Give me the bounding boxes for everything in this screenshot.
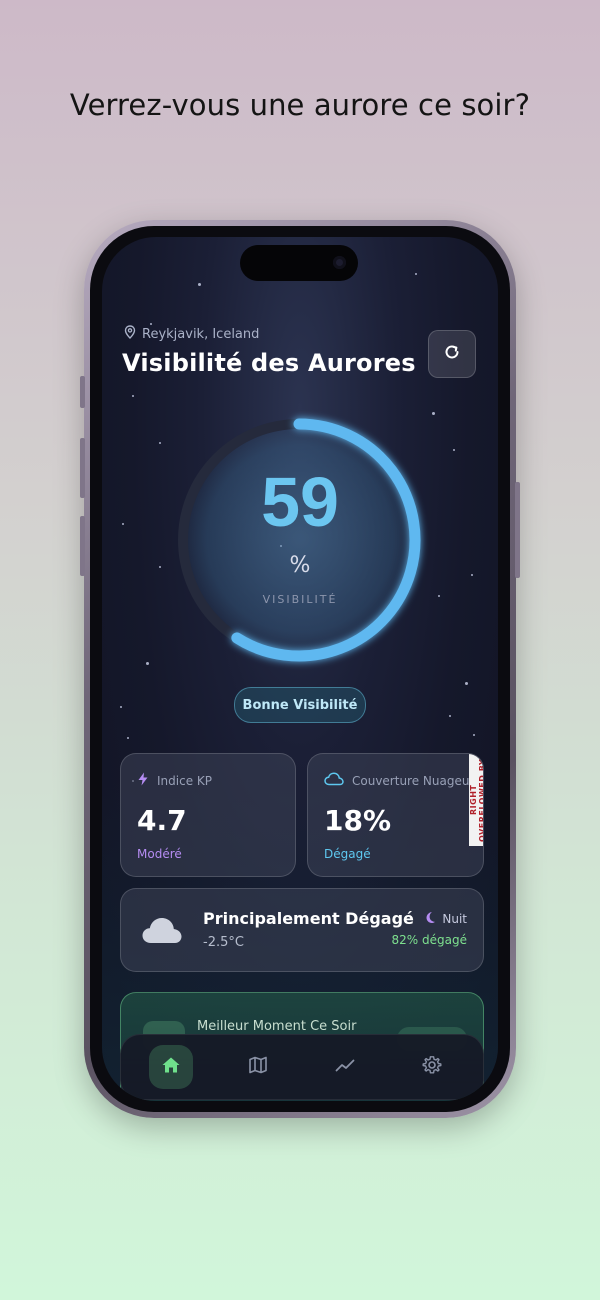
gear-icon	[422, 1055, 442, 1079]
refresh-icon	[443, 343, 461, 365]
kp-status: Modéré	[137, 847, 182, 861]
weather-card[interactable]: Principalement Dégagé -2.5°C Nuit 82% dé…	[120, 888, 484, 972]
page-headline: Verrez-vous une aurore ce soir?	[69, 88, 531, 122]
power-button	[515, 482, 520, 578]
cloud-outline-icon	[324, 772, 344, 789]
kp-value: 4.7	[137, 804, 187, 837]
night-label: Nuit	[442, 912, 467, 926]
app-screen: Reykjavik, Iceland Visibilité des Aurore…	[102, 237, 498, 1101]
weather-temperature: -2.5°C	[203, 935, 244, 950]
visibility-value: 59	[261, 463, 339, 541]
cloud-status: Dégagé	[324, 847, 371, 861]
cloud-value: 18%	[324, 804, 392, 837]
cloud-cover-card[interactable]: Couverture Nuageuse 18% Dégagé RIGHT OVE…	[307, 753, 484, 877]
nav-settings[interactable]	[410, 1045, 454, 1089]
map-icon	[248, 1056, 268, 1078]
moon-icon	[424, 911, 436, 927]
location-text: Reykjavik, Iceland	[142, 326, 260, 342]
kp-card-header: Indice KP	[137, 772, 212, 789]
volume-down-button	[80, 516, 85, 576]
weather-condition: Principalement Dégagé	[203, 909, 414, 928]
overflow-warning-label: RIGHT OVERFLOWED BY	[469, 754, 483, 846]
cloud-icon	[141, 915, 183, 949]
visibility-status-badge: Bonne Visibilité	[234, 687, 366, 723]
volume-up-button	[80, 438, 85, 498]
cloud-label: Couverture Nuageuse	[352, 773, 484, 788]
cloud-card-header: Couverture Nuageuse	[324, 772, 483, 789]
nav-home[interactable]	[149, 1045, 193, 1089]
nav-trends[interactable]	[323, 1045, 367, 1089]
phone-frame: Reykjavik, Iceland Visibilité des Aurore…	[80, 220, 520, 1118]
home-icon	[161, 1056, 181, 1078]
best-time-title: Meilleur Moment Ce Soir	[197, 1019, 357, 1034]
dynamic-island	[240, 245, 358, 281]
page-title: Visibilité des Aurores	[122, 349, 416, 377]
location-row: Reykjavik, Iceland	[124, 325, 259, 343]
visibility-unit: %	[289, 553, 311, 578]
kp-index-card[interactable]: Indice KP 4.7 Modéré	[120, 753, 296, 877]
nav-map[interactable]	[236, 1045, 280, 1089]
refresh-button[interactable]	[428, 330, 476, 378]
kp-label: Indice KP	[157, 773, 212, 788]
bottom-navigation	[120, 1034, 484, 1100]
location-pin-icon	[124, 325, 136, 343]
lightning-icon	[137, 772, 149, 789]
night-indicator: Nuit	[424, 911, 467, 927]
clear-sky-percent: 82% dégagé	[391, 933, 467, 947]
action-button	[80, 376, 85, 408]
camera-icon	[333, 256, 346, 269]
visibility-label: VISIBILITÉ	[262, 593, 338, 606]
trend-icon	[335, 1057, 355, 1077]
